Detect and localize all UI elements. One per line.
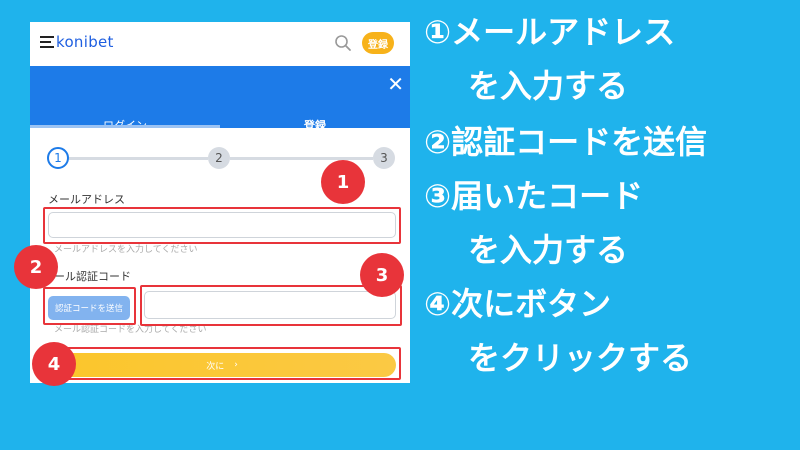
stepper-step-2: 2 — [208, 147, 230, 169]
annotation-badge-2: 2 — [14, 245, 58, 289]
annotation-box-code — [140, 285, 402, 326]
stepper-step-3: 3 — [373, 147, 395, 169]
logo-text: konibet — [56, 33, 114, 51]
instruction-1-cont: を入力する — [468, 67, 629, 105]
email-label: メールアドレス — [48, 193, 125, 206]
instruction-4: ④次にボタン — [424, 285, 612, 323]
close-icon[interactable]: ✕ — [387, 74, 404, 94]
top-bar: konibet 登録 — [30, 22, 410, 66]
instruction-3-cont: を入力する — [468, 231, 629, 269]
instructions-panel: ①メールアドレス を入力する ②認証コードを送信 ③届いたコード を入力する ④… — [424, 10, 794, 380]
search-icon[interactable] — [334, 34, 352, 52]
annotation-box-email — [43, 207, 401, 244]
instruction-1: ①メールアドレス — [424, 13, 676, 51]
annotation-box-next — [43, 347, 401, 380]
code-label: ール認証コード — [54, 270, 131, 283]
annotation-badge-4: 4 — [32, 342, 76, 386]
stepper-line — [230, 157, 373, 160]
logo[interactable]: konibet — [40, 33, 114, 51]
menu-icon[interactable] — [40, 36, 54, 48]
stepper-line — [69, 157, 208, 160]
instruction-4-cont: をクリックする — [468, 339, 693, 377]
instruction-2: ②認証コードを送信 — [424, 123, 708, 161]
stepper-step-1: 1 — [47, 147, 69, 169]
signup-screen: konibet 登録 ✕ ログイン 登録 1 2 3 メールアドレス メールアド… — [30, 22, 410, 383]
annotation-badge-1: 1 — [321, 160, 365, 204]
annotation-badge-3: 3 — [360, 253, 404, 297]
register-button[interactable]: 登録 — [362, 32, 394, 54]
annotation-box-send-code — [43, 287, 136, 325]
instruction-3: ③届いたコード — [424, 177, 644, 215]
